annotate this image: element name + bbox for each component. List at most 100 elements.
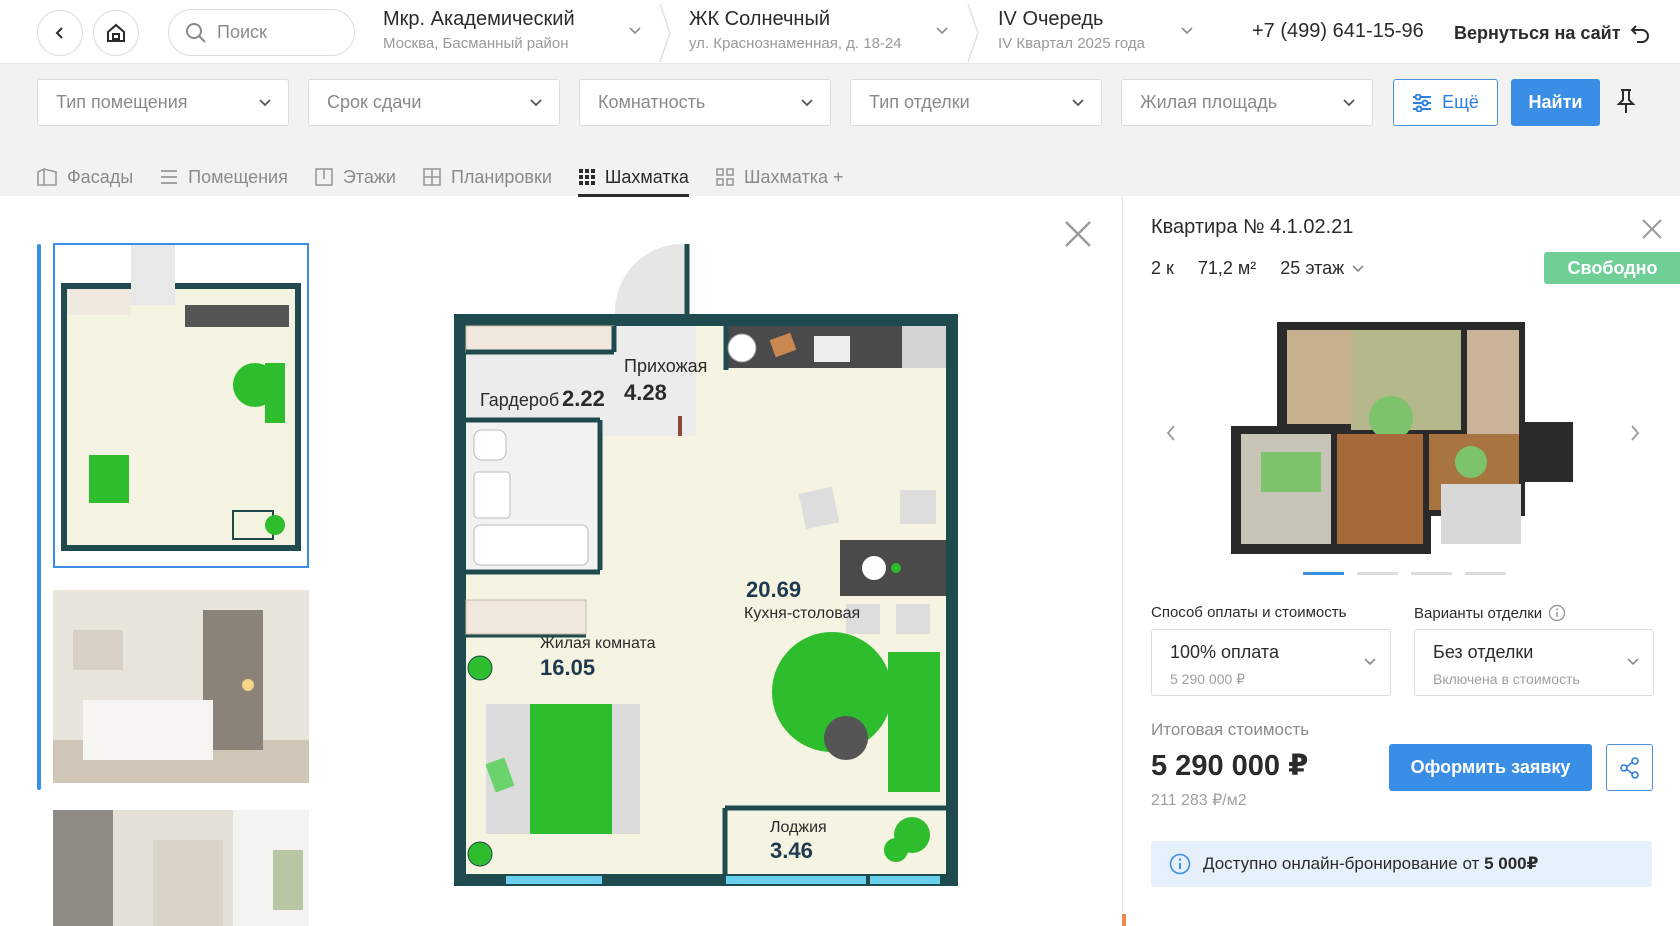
home-button[interactable] <box>93 10 139 56</box>
info-icon <box>1169 853 1191 875</box>
living-area: 16.05 <box>540 655 595 680</box>
thumbnail-bedroom-photo[interactable] <box>53 590 309 783</box>
interior-photo-image <box>53 810 309 926</box>
complex-title: ЖК Солнечный <box>689 8 830 30</box>
grid-plus-icon <box>716 168 734 186</box>
home-icon <box>107 23 125 42</box>
booking-info: Доступно онлайн-бронирование от 5 000₽ <box>1151 841 1652 887</box>
loggia-area: 3.46 <box>770 838 813 863</box>
apartment-render-image <box>1231 322 1573 554</box>
tab-floors[interactable]: Этажи <box>314 160 396 194</box>
thumbnail-scrollbar[interactable] <box>37 244 41 790</box>
back-to-site-link[interactable]: Вернуться на сайт <box>1454 22 1651 44</box>
carousel-dot[interactable] <box>1465 572 1506 575</box>
find-button[interactable]: Найти <box>1511 79 1600 126</box>
hall-name: Прихожая <box>624 356 707 376</box>
booking-text-wrap: Доступно онлайн-бронирование от 5 000₽ <box>1203 854 1538 874</box>
pin-icon[interactable] <box>1616 88 1636 114</box>
tab-label: Этажи <box>342 166 396 187</box>
filter-rooms[interactable]: Комнатность <box>579 79 831 126</box>
complex-selector[interactable]: ЖК Солнечный ул. Краснознаменная, д. 18-… <box>689 8 954 58</box>
carousel-dot[interactable] <box>1357 572 1398 575</box>
chevron-down-icon <box>801 99 813 107</box>
filter-label: Тип помещения <box>56 92 188 112</box>
tab-facades[interactable]: Фасады <box>36 160 133 194</box>
kitchen-area: 20.69 <box>746 577 801 602</box>
top-bar: Мкр. Академический Москва, Басманный рай… <box>0 0 1680 64</box>
district-title: Мкр. Академический <box>383 8 575 30</box>
carousel-dot[interactable] <box>1411 572 1452 575</box>
stage-subtitle: IV Квартал 2025 года <box>998 35 1145 52</box>
tab-label: Помещения <box>188 166 288 187</box>
thumbnail-floorplan[interactable] <box>53 243 309 568</box>
carousel-dot[interactable] <box>1303 572 1344 575</box>
stage-selector[interactable]: IV Очередь IV Квартал 2025 года <box>998 8 1198 58</box>
chevron-down-icon <box>1627 658 1639 666</box>
payment-method-select[interactable]: 100% оплата 5 290 000 ₽ <box>1151 629 1391 696</box>
tab-label: Планировки <box>450 166 552 187</box>
wardrobe-name: Гардероб <box>480 390 559 410</box>
loggia-name: Лоджия <box>770 819 827 836</box>
filter-finish[interactable]: Тип отделки <box>850 79 1102 126</box>
chevron-down-icon <box>629 27 641 35</box>
close-panel-icon[interactable] <box>1641 218 1663 240</box>
grid-dots-icon <box>578 169 595 185</box>
payment-value: 100% оплата <box>1170 642 1279 662</box>
share-button[interactable] <box>1606 744 1653 791</box>
floorplan-thumbnail-image <box>61 245 301 551</box>
finish-options-select[interactable]: Без отделки Включена в стоимость <box>1414 629 1654 696</box>
back-button[interactable] <box>37 10 83 56</box>
wardrobe-area: 2.22 <box>562 386 605 411</box>
booking-text: Доступно онлайн-бронирование от <box>1203 854 1480 873</box>
chevron-down-icon <box>1072 99 1084 107</box>
payment-hint: 5 290 000 ₽ <box>1170 671 1246 687</box>
filter-living-area[interactable]: Жилая площадь <box>1121 79 1373 126</box>
stage-title: IV Очередь <box>998 8 1104 30</box>
phone-number[interactable]: +7 (499) 641-15-96 <box>1252 20 1424 43</box>
return-arrow-icon <box>1630 25 1649 43</box>
chevron-right-icon[interactable] <box>1629 424 1641 442</box>
view-tabs: Фасады Помещения Этажи Планировки Шахмат… <box>36 160 844 197</box>
total-price: 5 290 000 ₽ <box>1151 750 1309 782</box>
filter-label: Жилая площадь <box>1140 92 1278 112</box>
chevron-down-icon <box>530 99 542 107</box>
district-selector[interactable]: Мкр. Академический Москва, Басманный рай… <box>383 8 648 58</box>
chevron-down-icon <box>1352 264 1364 272</box>
filter-deadline[interactable]: Срок сдачи <box>308 79 560 126</box>
filter-room-type[interactable]: Тип помещения <box>37 79 289 126</box>
floor-plan: Гардероб 2.22 Прихожая 4.28 20.69 Кухня-… <box>454 243 958 886</box>
tab-chess[interactable]: Шахматка <box>577 160 689 197</box>
back-to-site-label: Вернуться на сайт <box>1454 22 1621 43</box>
facade-icon <box>37 167 57 186</box>
hall-area: 4.28 <box>624 380 667 405</box>
tab-layouts[interactable]: Планировки <box>422 160 552 194</box>
apartment-rooms: 2 к <box>1151 258 1174 278</box>
search-box[interactable] <box>168 9 355 56</box>
floor-selector[interactable]: 25 этаж <box>1280 258 1364 279</box>
search-input[interactable] <box>217 22 337 43</box>
tab-label: Шахматка + <box>743 166 844 187</box>
tab-label: Фасады <box>67 166 134 187</box>
search-icon <box>186 22 206 43</box>
thumbnail-interior-photo[interactable] <box>53 810 309 926</box>
apply-button[interactable]: Оформить заявку <box>1389 744 1592 791</box>
total-label: Итоговая стоимость <box>1151 720 1310 739</box>
apartment-meta: 2 к 71,2 м² 25 этаж <box>1151 258 1364 279</box>
tab-rooms[interactable]: Помещения <box>159 160 288 194</box>
tab-chess-plus[interactable]: Шахматка + <box>715 160 844 194</box>
tab-label: Шахматка <box>604 166 689 187</box>
finish-hint: Включена в стоимость <box>1433 671 1580 687</box>
close-plan-icon[interactable] <box>1062 218 1094 250</box>
living-name: Жилая комната <box>540 635 656 652</box>
bedroom-photo-image <box>53 590 309 783</box>
chevron-left-icon[interactable] <box>1165 424 1177 442</box>
complex-subtitle: ул. Краснознаменная, д. 18-24 <box>689 35 902 52</box>
info-icon[interactable] <box>1548 604 1566 622</box>
breadcrumb-separator <box>659 4 671 62</box>
finish-label-wrap: Варианты отделки <box>1414 604 1566 622</box>
sliders-icon <box>1413 93 1432 112</box>
price-per-m2: 211 283 ₽/м2 <box>1151 792 1247 809</box>
apartment-area: 71,2 м² <box>1197 258 1257 278</box>
more-filters-button[interactable]: Ещё <box>1393 79 1498 126</box>
breadcrumb-separator <box>967 4 979 62</box>
